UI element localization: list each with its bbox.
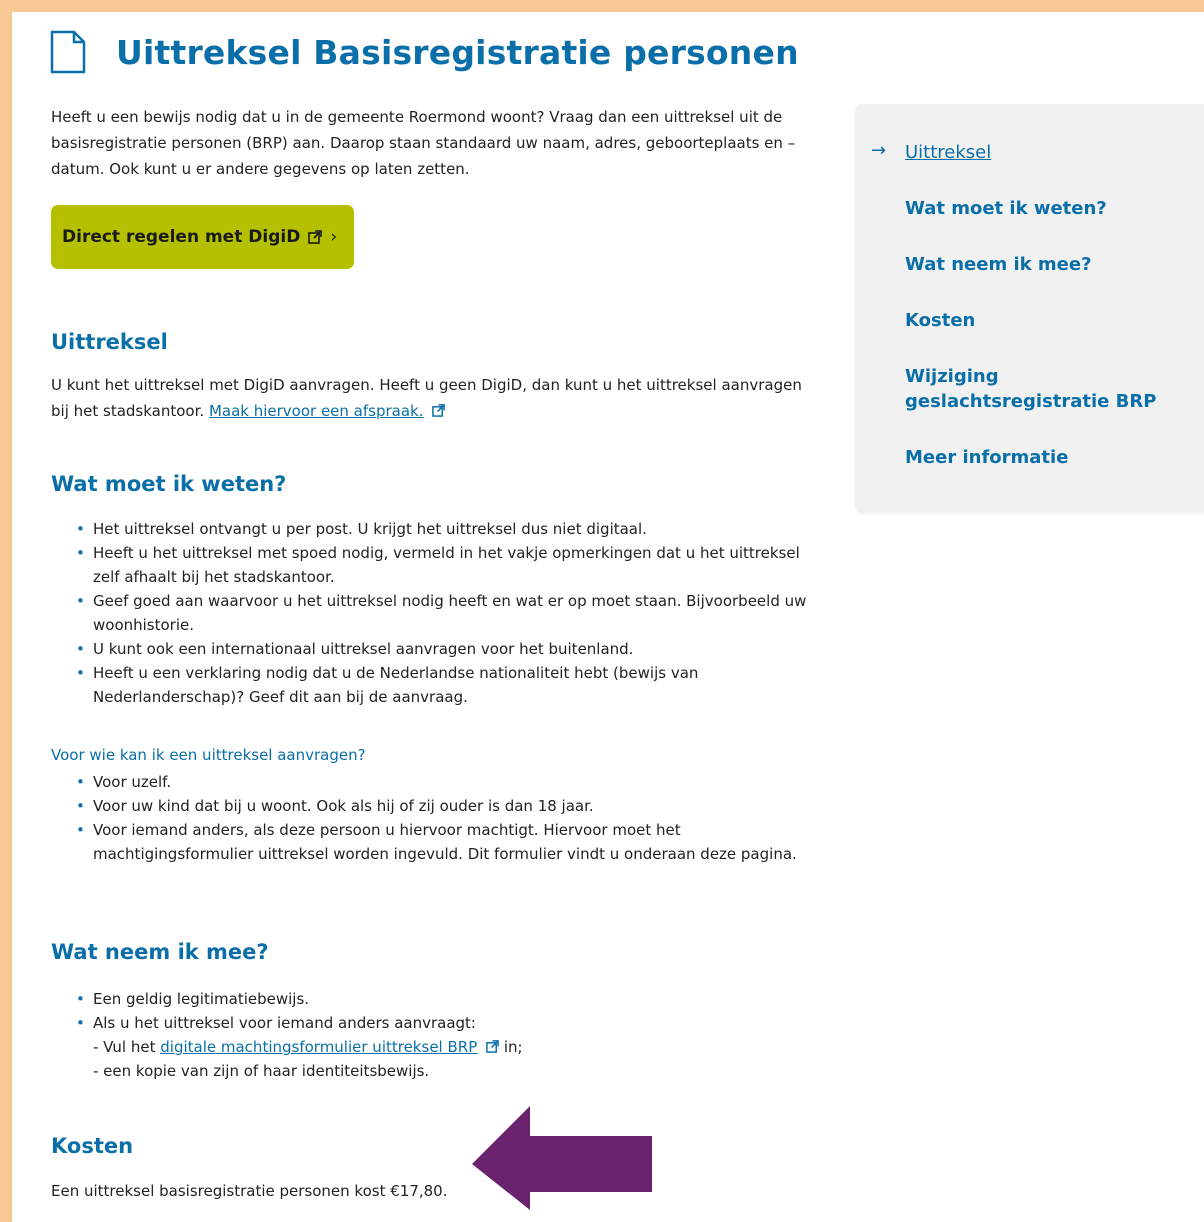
appointment-link[interactable]: Maak hiervoor een afspraak. <box>209 402 424 420</box>
list-item: Voor uzelf. <box>51 770 831 794</box>
heading-wat-neem-ik-mee: Wat neem ik mee? <box>51 940 269 964</box>
page-title: Uittreksel Basisregistratie personen <box>116 32 799 72</box>
list-item: Voor uw kind dat bij u woont. Ook als hi… <box>51 794 831 818</box>
list-item: U kunt ook een internationaal uittreksel… <box>51 637 831 661</box>
weten-list: Het uittreksel ontvangt u per post. U kr… <box>51 517 831 709</box>
chevron-right-icon: › <box>330 227 338 247</box>
uittreksel-text-body: U kunt het uittreksel met DigiD aanvrage… <box>51 376 802 420</box>
list-item: Geef goed aan waarvoor u het uittreksel … <box>51 589 831 637</box>
digid-button[interactable]: Direct regelen met DigiD › <box>51 205 354 269</box>
toc-item-uittreksel[interactable]: Uittreksel <box>905 140 1195 165</box>
heading-wat-moet-ik-weten: Wat moet ik weten? <box>51 472 287 496</box>
toc-item-wijziging-geslachtsregistratie[interactable]: Wijziging geslachtsregistratie BRP <box>905 364 1195 414</box>
title-row: Uittreksel Basisregistratie personen <box>50 30 799 74</box>
page-panel: Uittreksel Basisregistratie personen Hee… <box>12 12 1204 1222</box>
annotation-arrow <box>472 1106 652 1210</box>
list-subitem-suffix: in; <box>503 1038 523 1056</box>
external-link-icon <box>432 404 446 417</box>
machtigingsformulier-link[interactable]: digitale machtingsformulier uittreksel B… <box>160 1038 477 1056</box>
list-item: Als u het uittreksel voor iemand anders … <box>51 1011 831 1035</box>
uittreksel-text: U kunt het uittreksel met DigiD aanvrage… <box>51 372 811 424</box>
toc-item-wat-neem-ik-mee[interactable]: Wat neem ik mee? <box>905 252 1195 277</box>
list-subitem-prefix: - Vul het <box>93 1038 156 1056</box>
heading-uittreksel: Uittreksel <box>51 330 168 354</box>
list-item: Een geldig legitimatiebewijs. <box>51 987 831 1011</box>
heading-kosten: Kosten <box>51 1134 134 1158</box>
heading-voor-wie: Voor wie kan ik een uittreksel aanvragen… <box>51 746 366 764</box>
external-link-icon <box>308 230 323 244</box>
external-link-icon <box>486 1040 499 1053</box>
arrow-right-icon: → <box>871 140 887 161</box>
list-item: Heeft u het uittreksel met spoed nodig, … <box>51 541 831 589</box>
toc-item-meer-informatie[interactable]: Meer informatie <box>905 445 1195 470</box>
kosten-text: Een uittreksel basisregistratie personen… <box>51 1182 448 1200</box>
voorwie-list: Voor uzelf. Voor uw kind dat bij u woont… <box>51 770 831 866</box>
digid-button-label: Direct regelen met DigiD <box>62 227 301 247</box>
toc-item-wat-moet-ik-weten[interactable]: Wat moet ik weten? <box>905 196 1195 221</box>
list-item: Heeft u een verklaring nodig dat u de Ne… <box>51 661 831 709</box>
intro-text: Heeft u een bewijs nodig dat u in de gem… <box>51 108 796 178</box>
list-item: Het uittreksel ontvangt u per post. U kr… <box>51 517 831 541</box>
toc-item-kosten[interactable]: Kosten <box>905 308 1195 333</box>
mee-list: Een geldig legitimatiebewijs. Als u het … <box>51 987 831 1083</box>
document-icon <box>50 30 86 74</box>
list-subitem: - een kopie van zijn of haar identiteits… <box>93 1062 430 1080</box>
list-subitem: - Vul het digitale machtingsformulier ui… <box>51 1035 831 1059</box>
table-of-contents: → Uittreksel Wat moet ik weten? Wat neem… <box>855 104 1204 514</box>
list-item: Voor iemand anders, als deze persoon u h… <box>51 818 831 866</box>
